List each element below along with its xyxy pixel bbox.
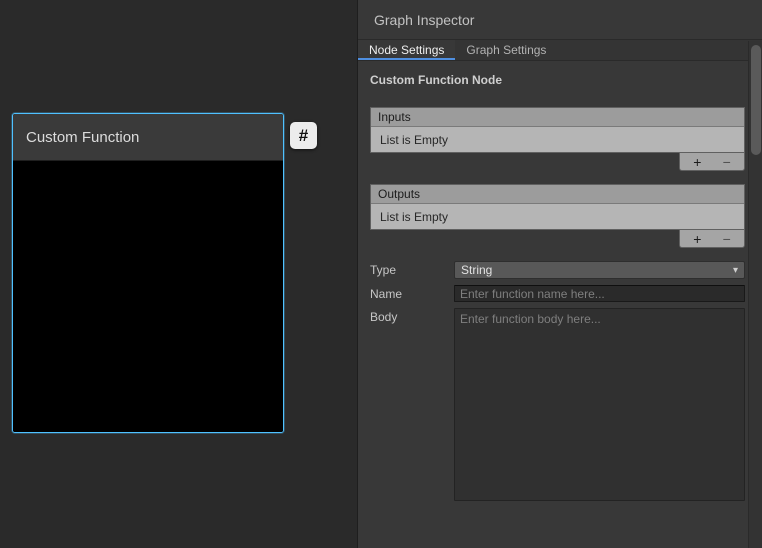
inputs-header-label: Inputs [378,110,411,124]
node-body [13,161,283,432]
chevron-down-icon: ▾ [733,265,738,276]
outputs-list-box: Outputs List is Empty [370,184,745,230]
hash-icon: # [299,126,308,146]
inspector-title-bar[interactable]: Graph Inspector [358,0,762,40]
outputs-remove-button[interactable]: − [715,231,739,247]
hash-badge[interactable]: # [290,122,317,149]
type-dropdown[interactable]: String ▾ [454,261,745,279]
inputs-empty-label: List is Empty [380,133,448,147]
inputs-list-footer: + − [679,153,745,171]
graph-canvas[interactable]: Custom Function # [0,0,357,548]
type-field-row: Type String ▾ [370,261,745,279]
outputs-list-header: Outputs [371,185,744,204]
panel-title: Graph Inspector [374,12,474,28]
tab-node-settings[interactable]: Node Settings [358,40,455,60]
tab-bar: Node Settings Graph Settings [358,40,762,61]
inspector-scrollbar[interactable] [748,41,762,548]
inputs-list-header: Inputs [371,108,744,127]
outputs-empty-label: List is Empty [380,210,448,224]
body-label: Body [370,308,454,501]
custom-function-node[interactable]: Custom Function [12,113,284,433]
outputs-empty-row: List is Empty [371,204,744,229]
inputs-empty-row: List is Empty [371,127,744,152]
inputs-add-button[interactable]: + [685,154,709,170]
outputs-add-button[interactable]: + [685,231,709,247]
node-title: Custom Function [26,129,139,146]
inputs-list-box: Inputs List is Empty [370,107,745,153]
inputs-list: Inputs List is Empty + − [370,107,745,171]
name-field-row: Name [370,285,745,302]
outputs-header-label: Outputs [378,187,420,201]
editor-root: Custom Function # Graph Inspector Node S… [0,0,762,548]
type-label: Type [370,261,454,279]
inspector-content: Custom Function Node Inputs List is Empt… [358,61,762,501]
node-fields: Type String ▾ Name Body [370,261,745,501]
body-field-row: Body [370,308,745,501]
tab-graph-settings[interactable]: Graph Settings [455,40,557,60]
scrollbar-thumb[interactable] [751,45,761,155]
graph-inspector-panel: Graph Inspector Node Settings Graph Sett… [357,0,762,548]
section-title: Custom Function Node [370,73,745,87]
function-name-input[interactable] [454,285,745,302]
type-dropdown-value: String [461,263,733,277]
function-body-input[interactable] [454,308,745,501]
node-header[interactable]: Custom Function [13,114,283,161]
name-label: Name [370,285,454,302]
outputs-list: Outputs List is Empty + − [370,184,745,248]
inputs-remove-button[interactable]: − [715,154,739,170]
outputs-list-footer: + − [679,230,745,248]
